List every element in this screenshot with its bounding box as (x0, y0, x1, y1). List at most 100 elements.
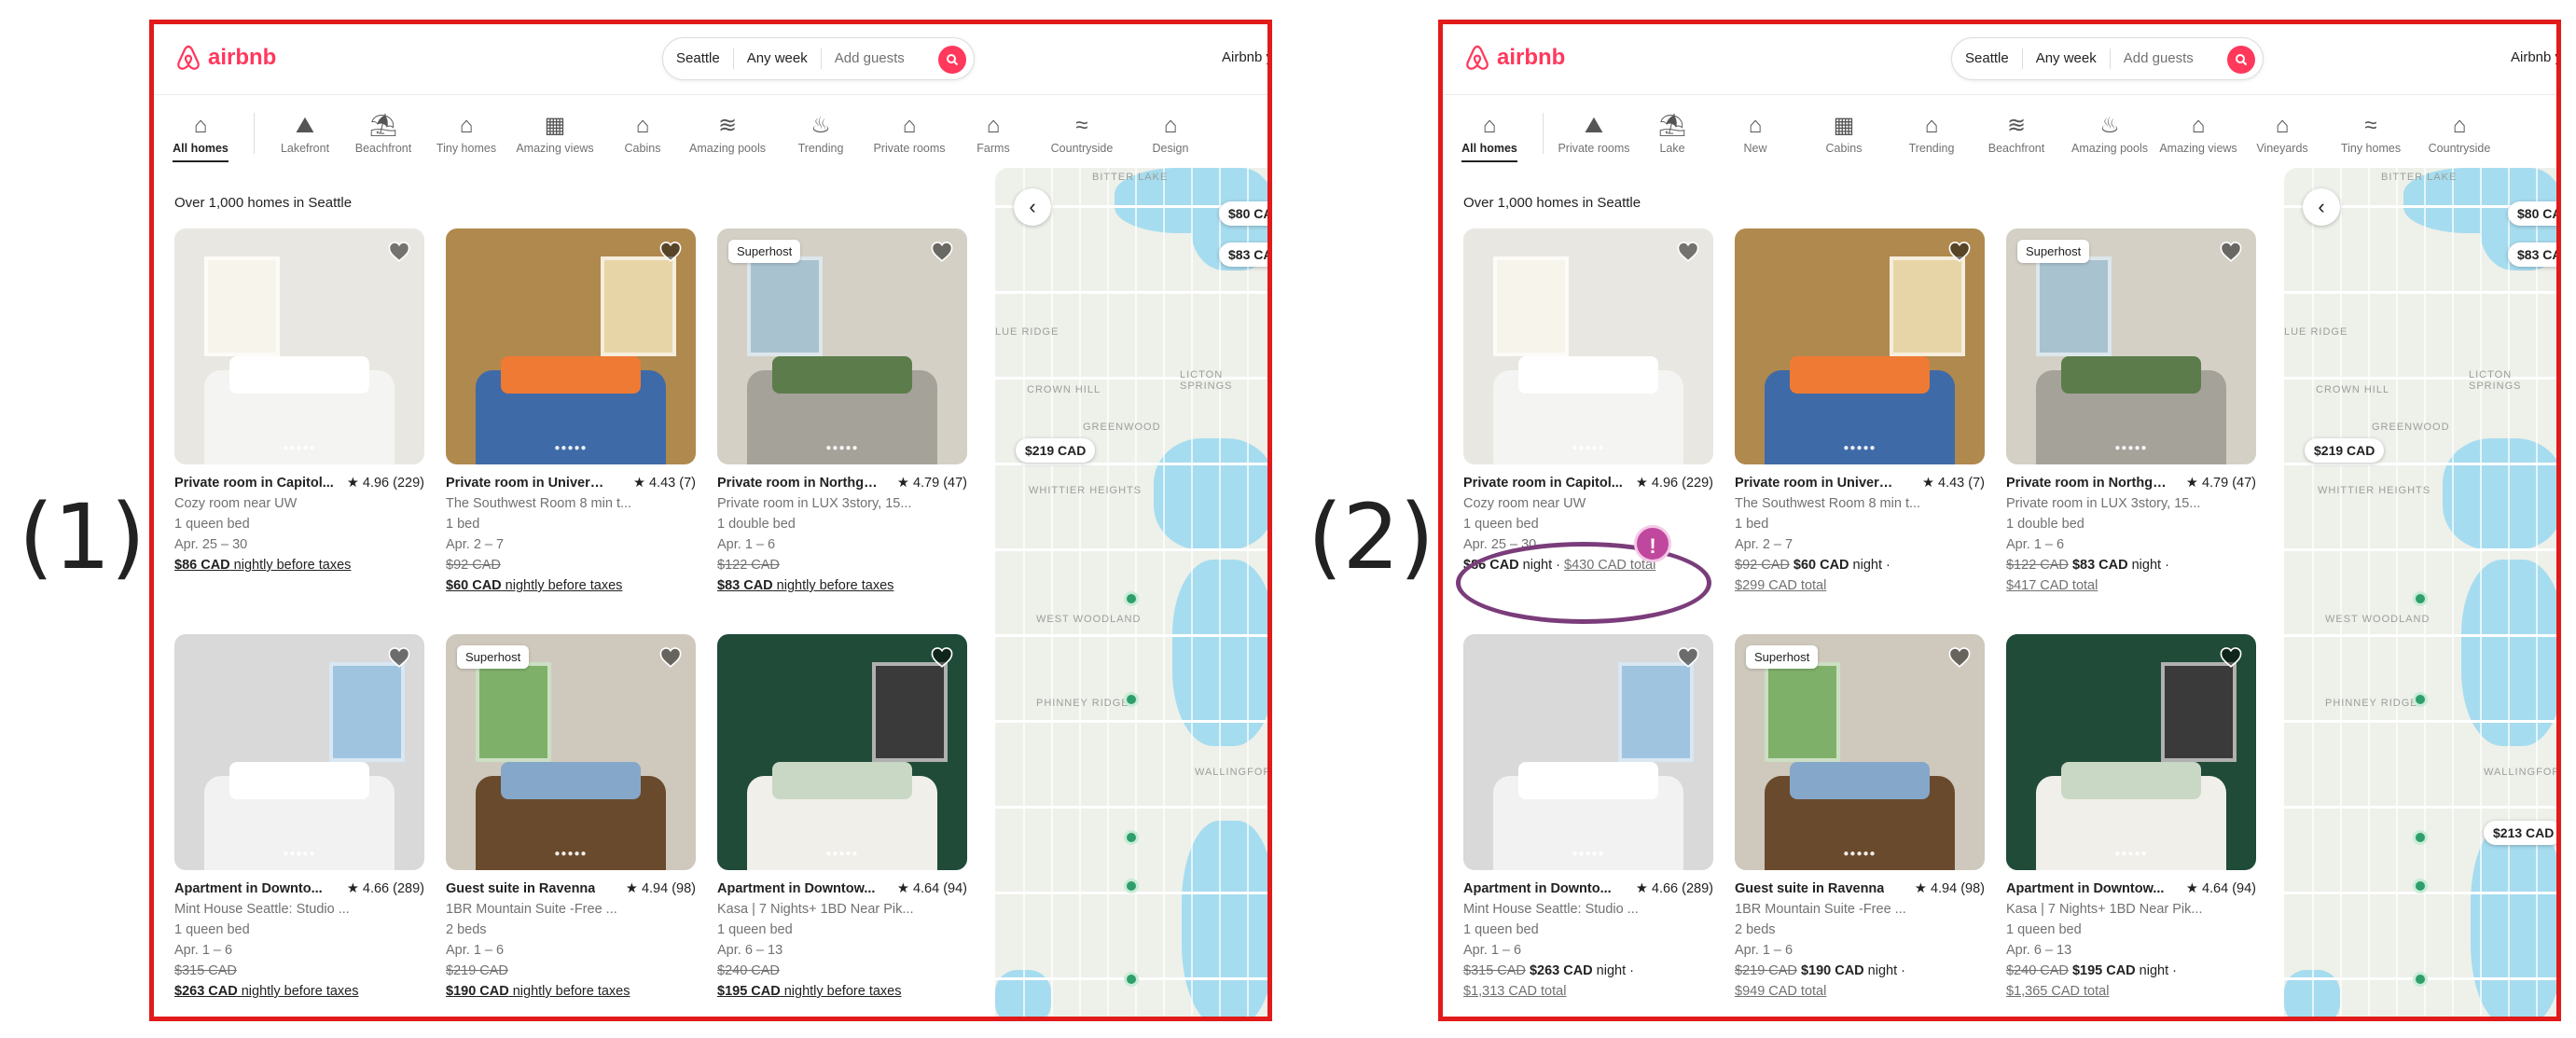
host-link[interactable]: Airbnb y (1222, 49, 1267, 65)
heart-icon[interactable] (387, 645, 411, 670)
listing-card[interactable]: ●●●●● Superhost Guest suite in Ravenna ★ 4.… (446, 634, 696, 1017)
category-tab[interactable]: ⌂ Design (1124, 108, 1217, 155)
heart-icon[interactable] (1947, 240, 1972, 264)
listing-card[interactable]: ●●●●● Superhost Guest suite in Ravenna ★ 4.… (1735, 634, 1985, 1017)
listing-card[interactable]: ●●●●● Superhost Private room in Northga...… (717, 228, 967, 620)
heart-icon[interactable] (2219, 240, 2243, 264)
listing-card[interactable]: ●●●●● Apartment in Downto... ★ 4.66 (289) M… (174, 634, 424, 1017)
listing-card[interactable]: ●●●●● Apartment in Downtow... ★ 4.64 (94) K… (2006, 634, 2256, 1017)
map-price-pin[interactable]: $80 CAD (1219, 201, 1267, 226)
airbnb-logo[interactable]: airbnb (1463, 43, 1565, 73)
map-poi-marker[interactable] (2413, 591, 2428, 606)
map-poi-marker[interactable] (1124, 692, 1139, 707)
category-tab[interactable]: ≈ Countryside (1035, 108, 1129, 155)
host-link[interactable]: Airbnb y (2511, 49, 2556, 65)
photo-carousel-dots[interactable]: ●●●●● (174, 849, 424, 859)
heart-icon[interactable] (1947, 645, 1972, 670)
heart-icon[interactable] (930, 645, 954, 670)
category-tab[interactable]: ⌂ New (1709, 108, 1802, 155)
map-poi-marker[interactable] (1124, 830, 1139, 845)
photo-carousel-dots[interactable]: ●●●●● (1463, 849, 1713, 859)
search-button[interactable] (938, 46, 966, 74)
map-price-pin[interactable]: $83 CA (1219, 242, 1267, 267)
photo-carousel-dots[interactable]: ●●●●● (174, 443, 424, 453)
listing-card[interactable]: ●●●●● Private room in Universit... ★ 4.43 … (1735, 228, 1985, 620)
heart-icon[interactable] (930, 240, 954, 264)
heart-icon[interactable] (658, 240, 683, 264)
category-tab[interactable]: ⌂ Vineyards (2236, 108, 2329, 155)
heart-icon[interactable] (1676, 645, 1700, 670)
photo-carousel-dots[interactable]: ●●●●● (717, 443, 967, 453)
total-price[interactable]: $417 CAD total (2006, 575, 2256, 596)
photo-carousel-dots[interactable]: ●●●●● (446, 849, 696, 859)
listing-photo[interactable]: ●●●●● (174, 634, 424, 870)
listing-card[interactable]: ●●●●● Apartment in Downto... ★ 4.66 (289) M… (1463, 634, 1713, 1017)
search-guests[interactable]: Add guests (822, 48, 918, 69)
photo-carousel-dots[interactable]: ●●●●● (1463, 443, 1713, 453)
category-tab[interactable]: ⌂ Cabins (596, 108, 689, 155)
map-price-pin[interactable]: $83 CA (2508, 242, 2556, 267)
airbnb-logo[interactable]: airbnb (174, 43, 276, 73)
heart-icon[interactable] (2219, 645, 2243, 670)
map-poi-marker[interactable] (1124, 972, 1139, 987)
heart-icon[interactable] (658, 645, 683, 670)
category-tab[interactable]: ⌂ Amazing views (2152, 108, 2245, 155)
search-bar[interactable]: Seattle Any week Add guests (662, 37, 975, 80)
photo-carousel-dots[interactable]: ●●●●● (446, 443, 696, 453)
map-poi-marker[interactable] (2413, 830, 2428, 845)
listing-photo[interactable]: ●●●●● (1463, 634, 1713, 870)
category-tab[interactable]: ⌂ All homes (1443, 108, 1536, 162)
map-poi-marker[interactable] (2413, 879, 2428, 893)
listing-photo[interactable]: ●●●●● (717, 634, 967, 870)
category-tab[interactable]: ⌂ All homes (154, 108, 247, 162)
map-poi-marker[interactable] (2413, 692, 2428, 707)
photo-carousel-dots[interactable]: ●●●●● (2006, 849, 2256, 859)
listing-photo[interactable]: ●●●●● Superhost (1735, 634, 1985, 870)
search-location[interactable]: Seattle (1952, 48, 2023, 69)
category-tab[interactable]: ▦ Cabins (1797, 108, 1890, 155)
listing-photo[interactable]: ●●●●● (174, 228, 424, 464)
listing-card[interactable]: ●●●●● Superhost Private room in Northga...… (2006, 228, 2256, 620)
category-tab[interactable]: ⌂ Countryside (2413, 108, 2506, 155)
listing-photo[interactable]: ●●●●● Superhost (2006, 228, 2256, 464)
category-tab[interactable]: ⛱ Beachfront (337, 108, 430, 155)
category-tab[interactable]: ⌂ Farms (947, 108, 1040, 155)
photo-carousel-dots[interactable]: ●●●●● (1735, 443, 1985, 453)
search-dates[interactable]: Any week (2023, 48, 2111, 69)
map-collapse-button[interactable]: ‹ (2303, 188, 2340, 226)
listing-photo[interactable]: ●●●●● (446, 228, 696, 464)
listing-photo[interactable]: ●●●●● Superhost (446, 634, 696, 870)
photo-carousel-dots[interactable]: ●●●●● (2006, 443, 2256, 453)
total-price[interactable]: $949 CAD total (1735, 981, 1985, 1002)
category-tab[interactable]: ⌂ Tiny homes (420, 108, 513, 155)
map-view[interactable]: BITTER LAKE LUE RIDGE CROWN HILL LICTON SPR… (2284, 168, 2556, 1017)
listing-photo[interactable]: ●●●●● (1735, 228, 1985, 464)
category-tab[interactable]: ≋ Beachfront (1970, 108, 2063, 155)
map-price-pin[interactable]: $219 CAD (2305, 438, 2385, 463)
total-price[interactable]: $1,313 CAD total (1463, 981, 1713, 1002)
listing-card[interactable]: ●●●●● Private room in Universit... ★ 4.43 … (446, 228, 696, 620)
map-poi-marker[interactable] (1124, 879, 1139, 893)
heart-icon[interactable] (387, 240, 411, 264)
heart-icon[interactable] (1676, 240, 1700, 264)
listing-card[interactable]: ●●●●● Private room in Capitol... ★ 4.96 (2… (174, 228, 424, 620)
photo-carousel-dots[interactable]: ●●●●● (717, 849, 967, 859)
map-collapse-button[interactable]: ‹ (1014, 188, 1051, 226)
total-price[interactable]: $1,365 CAD total (2006, 981, 2256, 1002)
map-price-pin[interactable]: $213 CAD (2484, 821, 2556, 845)
category-tab[interactable]: ⌂ Trending (1885, 108, 1978, 155)
category-tab[interactable]: ♨ Trending (774, 108, 867, 155)
category-tab[interactable]: ▦ Amazing views (508, 108, 602, 155)
map-price-pin[interactable]: $80 CAD (2508, 201, 2556, 226)
map-poi-marker[interactable] (2413, 972, 2428, 987)
listing-card[interactable]: ●●●●● Apartment in Downtow... ★ 4.64 (94) K… (717, 634, 967, 1017)
category-tab[interactable]: ⌂ Private rooms (863, 108, 956, 155)
listing-photo[interactable]: ●●●●● Superhost (717, 228, 967, 464)
search-bar[interactable]: Seattle Any week Add guests (1951, 37, 2264, 80)
photo-carousel-dots[interactable]: ●●●●● (1735, 849, 1985, 859)
listing-photo[interactable]: ●●●●● (1463, 228, 1713, 464)
category-tab[interactable]: ⛱ Lake (1626, 108, 1719, 155)
search-dates[interactable]: Any week (734, 48, 822, 69)
map-view[interactable]: BITTER LAKE LUE RIDGE CROWN HILL LICTON SPR… (995, 168, 1267, 1017)
category-tab[interactable]: ≋ Amazing pools (681, 108, 774, 155)
